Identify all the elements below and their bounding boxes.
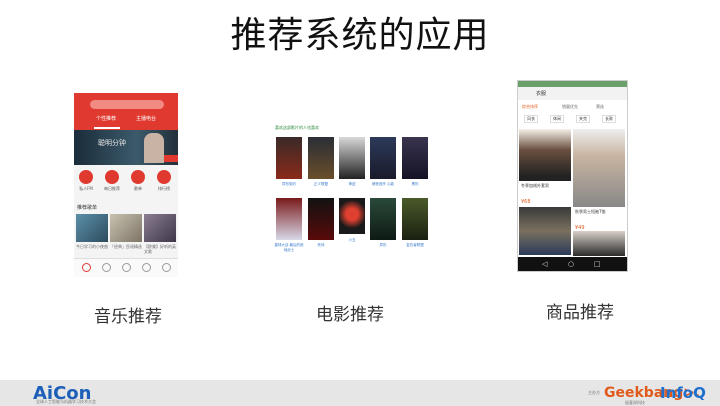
product-image <box>573 129 625 207</box>
movie-title[interactable]: 神迹 <box>337 182 367 187</box>
music-banner-tag <box>164 155 178 162</box>
movie-caption: 电影推荐 <box>316 305 384 325</box>
shop-search-bar <box>518 87 627 100</box>
album-title: 今日学习的小夜曲 <box>76 244 108 249</box>
music-banner-artist <box>144 133 164 163</box>
music-tab-radio: 主播电台 <box>136 116 157 122</box>
category-chip: 休闲 <box>550 115 564 123</box>
chart-icon <box>157 170 171 184</box>
playlist-icon <box>131 170 145 184</box>
category-chip: 风衣 <box>524 115 538 123</box>
product-desc: 冬季加绒外套男 <box>521 183 549 188</box>
album-title: 「经典」民谣精选 <box>110 244 142 249</box>
movie-poster <box>308 198 334 240</box>
host-label: 主办方 <box>588 390 600 395</box>
music-icon-label: 每日推荐 <box>104 186 120 191</box>
music-icon-label: 歌单 <box>134 186 142 191</box>
music-app-screenshot: 个性推荐 主播电台 聪明分钟 私人FM 每日推荐 歌单 排行榜 推荐歌单 今日学… <box>74 93 178 277</box>
movie-title[interactable]: 星球大战 最后的绝地武士 <box>274 243 304 253</box>
discover-icon <box>82 263 91 272</box>
music-tab-personal: 个性推荐 <box>96 116 117 122</box>
category-chip: 长款 <box>602 115 616 123</box>
music-icon-row: 私人FM 每日推荐 歌单 排行榜 <box>74 170 178 196</box>
home-icon[interactable]: ○ <box>568 260 574 268</box>
movie-title[interactable]: 死侍 <box>306 243 336 248</box>
movie-header: 喜欢这部影片的人也喜欢 <box>275 125 319 130</box>
video-icon <box>102 263 111 272</box>
aicon-subtitle: 全球人工智能与机器学习技术大会 <box>36 399 96 404</box>
shop-filter-row: 综合排序 销量优先 筛选 <box>518 101 627 110</box>
product-image <box>573 231 625 256</box>
movie-title[interactable]: 正义联盟 <box>306 182 336 187</box>
filter-option: 销量优先 <box>562 104 578 109</box>
movie-recommendation-screenshot: 喜欢这部影片的人也喜欢 异形契约 正义联盟 神迹 暗夜逃杀 心能 黑豹 星球大战… <box>273 125 433 260</box>
category-chip: 夹克 <box>576 115 590 123</box>
music-banner-text: 聪明分钟 <box>98 139 126 147</box>
music-tab-indicator <box>94 127 120 129</box>
movie-poster <box>308 137 334 179</box>
movie-poster <box>276 198 302 240</box>
movie-title[interactable]: 异形 <box>368 243 398 248</box>
music-header: 个性推荐 主播电台 <box>74 93 178 130</box>
recent-apps-icon[interactable]: □ <box>594 260 601 268</box>
product-image <box>519 129 571 181</box>
movie-title[interactable]: 小丑 <box>337 238 367 243</box>
shop-search-text: 衣服 <box>536 91 547 97</box>
movie-poster <box>370 198 396 240</box>
back-icon[interactable]: ◁ <box>542 260 547 268</box>
radio-icon <box>79 170 93 184</box>
android-nav-bar: ◁ ○ □ <box>518 257 627 271</box>
product-image <box>519 207 571 255</box>
movie-title[interactable]: 异形契约 <box>274 182 304 187</box>
product-desc: 秋季男士短袖T恤 <box>575 209 606 214</box>
album-cover <box>144 214 176 242</box>
music-bottom-bar <box>74 258 178 277</box>
slide-title: 推荐系统的应用 <box>230 15 490 56</box>
music-icon-label: 排行榜 <box>158 186 170 191</box>
shop-category-row: 风衣 休闲 夹克 长款 <box>518 115 627 125</box>
movie-title[interactable]: 暗夜逃杀 心能 <box>368 182 398 187</box>
friends-icon <box>142 263 151 272</box>
movie-poster <box>339 198 365 234</box>
music-banner: 聪明分钟 <box>74 130 178 165</box>
goods-caption: 商品推荐 <box>546 303 614 323</box>
filter-option: 筛选 <box>596 104 604 109</box>
infoq-logo: InfoQ <box>660 384 706 402</box>
movie-poster <box>370 137 396 179</box>
music-section-title: 推荐歌单 <box>77 205 98 211</box>
geekbang-subtitle: 极客邦科技 <box>625 400 645 405</box>
account-icon <box>162 263 171 272</box>
movie-title[interactable]: 复仇者联盟 <box>400 243 430 248</box>
movie-poster <box>402 137 428 179</box>
music-caption: 音乐推荐 <box>94 307 162 327</box>
album-cover <box>76 214 108 242</box>
product-price: ¥68 <box>521 199 531 205</box>
music-icon-label: 私人FM <box>79 186 93 191</box>
filter-option: 综合排序 <box>522 104 538 109</box>
movie-poster <box>276 137 302 179</box>
music-icon <box>122 263 131 272</box>
shopping-app-screenshot: 衣服 综合排序 销量优先 筛选 风衣 休闲 夹克 长款 冬季加绒外套男 ¥68 … <box>517 80 628 272</box>
calendar-icon <box>105 170 119 184</box>
album-cover <box>110 214 142 242</box>
movie-poster <box>402 198 428 240</box>
album-title: 【欧美】好听的英文歌 <box>144 244 176 254</box>
movie-poster <box>339 137 365 179</box>
music-search-bar <box>90 100 164 109</box>
movie-title[interactable]: 黑豹 <box>400 182 430 187</box>
